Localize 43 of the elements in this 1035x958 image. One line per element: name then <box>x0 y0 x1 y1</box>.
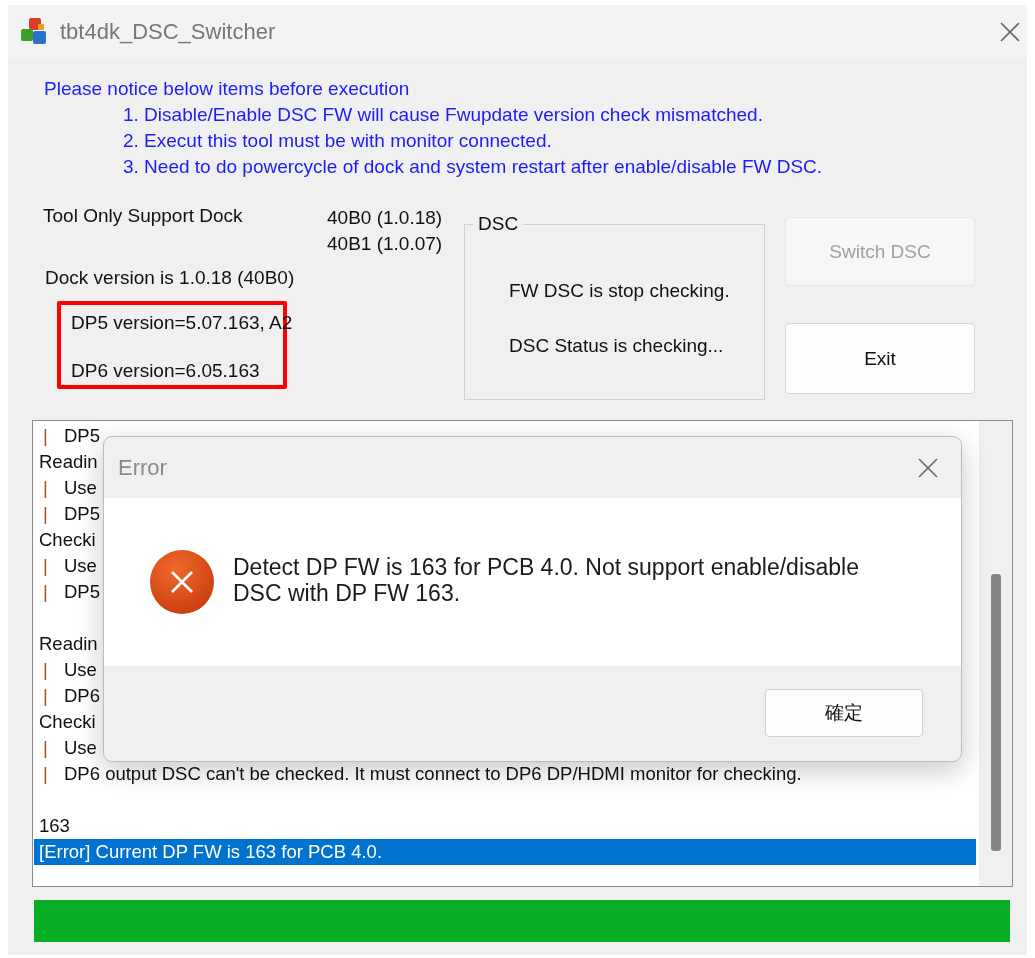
support-label: Tool Only Support Dock <box>43 204 244 228</box>
log-line: Checki <box>38 710 96 734</box>
log-line: Checki <box>38 528 96 552</box>
dock-version: Dock version is 1.0.18 (40B0) <box>45 266 296 290</box>
dsc-status: DSC Status is checking... <box>509 334 725 358</box>
log-line: Use <box>64 736 97 760</box>
close-icon[interactable] <box>999 20 1021 43</box>
log-line: Use <box>64 658 97 682</box>
dialog-title: Error <box>118 454 167 481</box>
notice-item: 1. Disable/Enable DSC FW will cause Fwupdate version check mismatched. <box>123 103 764 127</box>
log-line: DP6 output DSC can't be checked. It must connect to DP6 DP/HDMI monitor for checking. <box>64 762 802 786</box>
notice-item: 3. Need to do powercycle of dock and system restart after enable/disable FW DSC. <box>123 155 824 179</box>
log-prefix: | <box>42 424 49 448</box>
exit-button[interactable]: Exit <box>785 323 975 394</box>
log-line: DP6 <box>64 684 100 708</box>
log-line: DP5 <box>64 580 100 604</box>
log-prefix: | <box>42 762 49 786</box>
log-line: Use <box>64 554 97 578</box>
log-prefix: | <box>42 658 49 682</box>
log-line: Readin <box>38 450 98 474</box>
log-prefix: | <box>42 502 49 526</box>
notice-item: 2. Execut this tool must be with monitor connected. <box>123 129 553 153</box>
error-icon <box>149 549 215 615</box>
dp-version: DP6 version=6.05.163 <box>71 359 260 383</box>
log-prefix: | <box>42 476 49 500</box>
log-prefix: | <box>42 684 49 708</box>
fw-dsc-status: FW DSC is stop checking. <box>509 279 731 303</box>
log-line: Use <box>64 476 97 500</box>
scrollbar-thumb[interactable] <box>991 574 1001 851</box>
supported-version: 40B0 (1.0.18) <box>327 206 443 230</box>
window-title: tbt4dk_DSC_Switcher <box>60 18 276 45</box>
notice-heading: Please notice below items before execution <box>44 77 411 101</box>
supported-version: 40B1 (1.0.07) <box>327 232 443 256</box>
log-prefix: | <box>42 736 49 760</box>
log-line: DP5 <box>64 502 100 526</box>
log-line: 163 <box>38 814 70 838</box>
log-prefix: | <box>42 580 49 604</box>
close-icon[interactable] <box>917 456 939 479</box>
log-line: Readin <box>38 632 98 656</box>
error-message: Detect DP FW is 163 for PCB 4.0. Not support enable/disable DSC with DP FW 163. <box>233 554 860 606</box>
log-prefix: | <box>42 554 49 578</box>
log-line: DP5 <box>64 424 100 448</box>
ok-button[interactable]: 確定 <box>765 689 923 737</box>
